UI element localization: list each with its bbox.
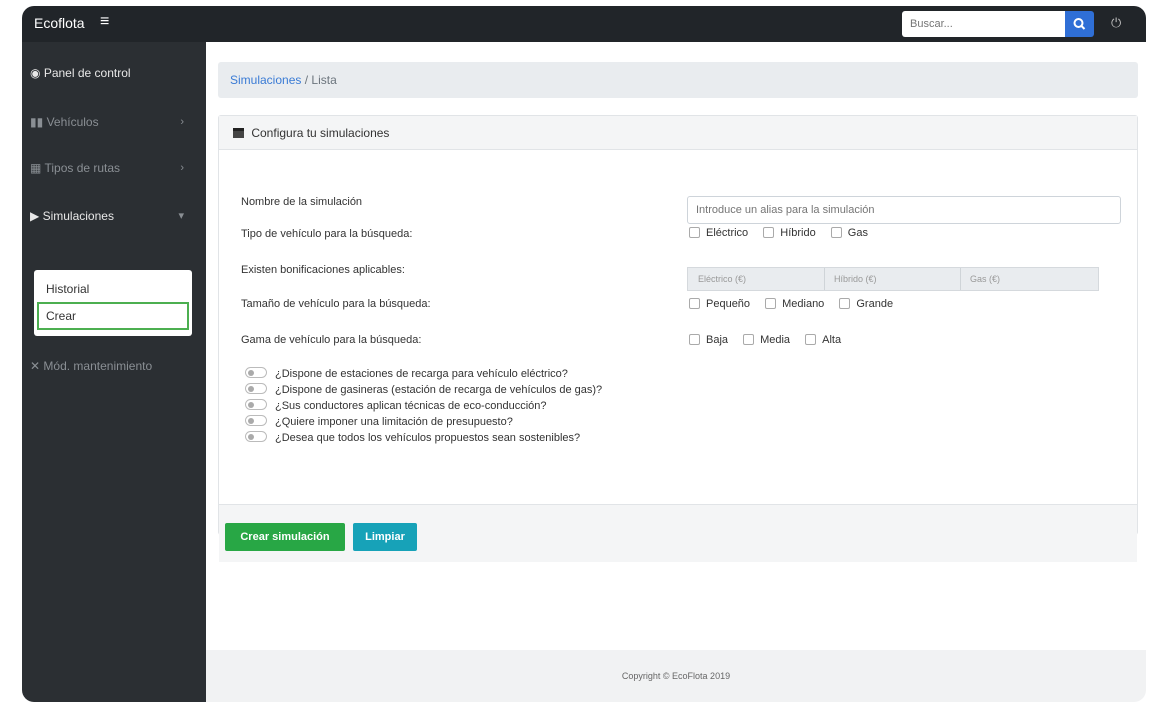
app-window: Ecoflota ≡ ⏻ ◉ Panel de control ▮▮ Vehíc… — [22, 6, 1146, 702]
search-input[interactable] — [902, 11, 1065, 37]
card-header: Configura tu simulaciones — [219, 116, 1137, 150]
sidebar-item-label: Simulaciones — [42, 209, 114, 223]
bonus-inputs: Eléctrico (€) Híbrido (€) Gas (€) — [687, 267, 1099, 291]
question-row: ¿Desea que todos los vehículos propuesto… — [245, 430, 580, 446]
sidebar-item-simulations[interactable]: ▶ Simulaciones ▾ — [30, 206, 198, 226]
simulation-alias-input[interactable] — [687, 196, 1121, 224]
play-icon: ▶ — [30, 209, 40, 223]
checkbox-grande[interactable] — [839, 298, 851, 309]
active-highlight — [37, 302, 189, 330]
toggle-switch[interactable] — [245, 415, 267, 426]
search-icon — [1073, 18, 1086, 30]
sidebar-item-maintenance[interactable]: ✕ Mód. mantenimiento — [30, 356, 152, 376]
vehicle-size-group: Pequeño Mediano Grande — [689, 298, 893, 310]
bonus-field-hibrido[interactable]: Híbrido (€) — [834, 274, 877, 284]
question-label: ¿Quiere imponer una limitación de presup… — [275, 416, 513, 428]
simulations-submenu: Historial Crear — [34, 270, 192, 336]
breadcrumb: Simulaciones / Lista — [218, 62, 1138, 98]
chevron-right-icon: › — [180, 116, 184, 128]
wrench-icon: ✕ — [30, 359, 41, 373]
question-row: ¿Quiere imponer una limitación de presup… — [245, 414, 513, 430]
checkbox-label: Alta — [822, 334, 842, 346]
toggle-switch[interactable] — [245, 399, 267, 410]
sidebar-item-routes[interactable]: ▦ Tipos de rutas › — [30, 158, 198, 178]
card-title: Configura tu simulaciones — [251, 126, 390, 140]
question-row: ¿Dispone de estaciones de recarga para v… — [245, 366, 568, 382]
label-bonus: Existen bonificaciones aplicables: — [241, 264, 405, 276]
sidebar-item-dashboard[interactable]: ◉ Panel de control — [30, 63, 131, 83]
question-row: ¿Dispone de gasineras (estación de recar… — [245, 382, 602, 398]
label-simulation-name: Nombre de la simulación — [241, 196, 363, 208]
checkbox-electrico[interactable] — [689, 227, 700, 238]
question-label: ¿Dispone de gasineras (estación de recar… — [275, 384, 603, 396]
checkbox-alta[interactable] — [805, 334, 817, 345]
simulation-config-card: Configura tu simulaciones Nombre de la s… — [218, 115, 1138, 562]
main-content: Simulaciones / Lista Configura tu simula… — [206, 42, 1146, 702]
divider — [960, 268, 961, 290]
create-simulation-button[interactable]: Crear simulación — [225, 523, 345, 551]
bonus-field-electrico[interactable]: Eléctrico (€) — [698, 274, 746, 284]
checkbox-label: Híbrido — [780, 227, 816, 239]
checkbox-label: Pequeño — [706, 298, 751, 310]
question-label: ¿Desea que todos los vehículos propuesto… — [275, 432, 581, 444]
clear-button[interactable]: Limpiar — [353, 523, 417, 551]
sidebar-item-label: Tipos de rutas — [44, 161, 121, 175]
user-icon[interactable]: ⏻ — [1111, 15, 1121, 31]
card-footer: Crear simulación Limpiar — [219, 504, 1137, 562]
checkbox-label: Eléctrico — [706, 227, 749, 239]
checkbox-label: Gas — [847, 227, 868, 239]
bonus-field-gas[interactable]: Gas (€) — [970, 274, 1000, 284]
sidebar-item-label: Mód. mantenimiento — [43, 359, 153, 373]
checkbox-label: Baja — [706, 334, 729, 346]
top-navbar: Ecoflota ≡ ⏻ — [22, 6, 1146, 42]
chevron-down-icon: ▾ — [178, 210, 184, 222]
sidebar-item-label: Panel de control — [43, 66, 131, 80]
question-label: ¿Sus conductores aplican técnicas de eco… — [275, 400, 547, 412]
breadcrumb-link[interactable]: Simulaciones — [230, 73, 301, 87]
checkbox-label: Media — [760, 334, 791, 346]
dashboard-icon: ◉ — [30, 66, 41, 80]
submenu-item-historial[interactable]: Historial — [46, 282, 89, 296]
checkbox-label: Grande — [856, 298, 894, 310]
checkbox-hibrido[interactable] — [763, 227, 775, 238]
question-row: ¿Sus conductores aplican técnicas de eco… — [245, 398, 547, 414]
checkbox-pequeno[interactable] — [689, 298, 700, 309]
vehicle-type-group: Eléctrico Híbrido Gas — [689, 227, 868, 239]
page-footer: Copyright © EcoFlota 2019 — [206, 650, 1146, 702]
question-label: ¿Dispone de estaciones de recarga para v… — [275, 368, 568, 380]
sidebar: ◉ Panel de control ▮▮ Vehículos › ▦ Tipo… — [22, 42, 206, 702]
routes-icon: ▦ — [30, 161, 42, 175]
checkbox-mediano[interactable] — [765, 298, 777, 309]
checkbox-gas[interactable] — [830, 227, 842, 238]
checkbox-baja[interactable] — [689, 334, 700, 345]
checkbox-label: Mediano — [782, 298, 825, 310]
sidebar-item-label: Vehículos — [46, 115, 99, 129]
chevron-right-icon: › — [180, 162, 184, 174]
toggle-switch[interactable] — [245, 431, 267, 442]
menu-toggle-icon[interactable]: ≡ — [100, 13, 109, 31]
toggle-switch[interactable] — [245, 383, 267, 394]
label-vehicle-type: Tipo de vehículo para la búsqueda: — [241, 228, 413, 240]
search-button[interactable] — [1065, 11, 1094, 37]
vehicle-range-group: Baja Media Alta — [689, 334, 841, 346]
calendar-icon — [233, 128, 244, 138]
vehicle-icon: ▮▮ — [30, 115, 44, 129]
brand-logo[interactable]: Ecoflota — [34, 15, 85, 31]
toggle-switch[interactable] — [245, 367, 267, 378]
label-vehicle-size: Tamaño de vehículo para la búsqueda: — [241, 298, 431, 310]
divider — [824, 268, 825, 290]
checkbox-media[interactable] — [743, 334, 755, 345]
sidebar-item-vehicles[interactable]: ▮▮ Vehículos › — [30, 112, 198, 132]
breadcrumb-current: Lista — [311, 73, 337, 87]
breadcrumb-separator: / — [304, 73, 309, 87]
label-vehicle-range: Gama de vehículo para la búsqueda: — [241, 334, 422, 346]
